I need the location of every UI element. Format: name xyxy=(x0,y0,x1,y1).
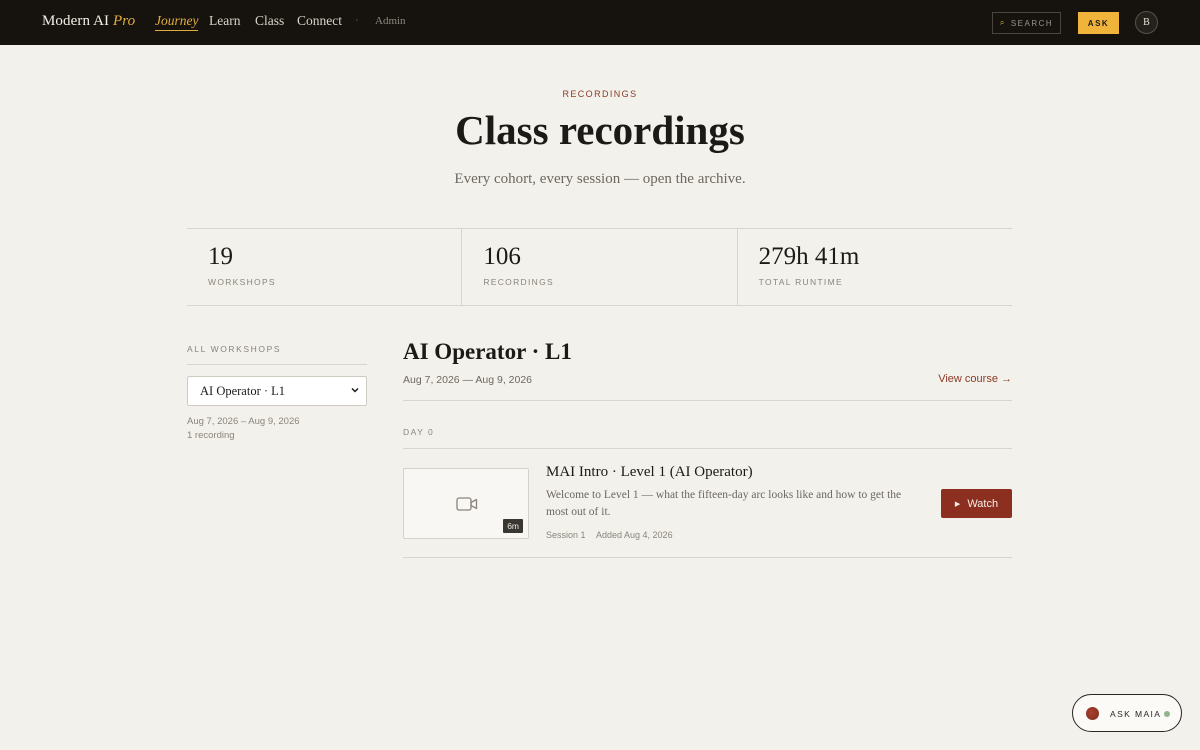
page-title: Class recordings xyxy=(455,107,745,153)
search-button[interactable]: ⌕ SEARCH xyxy=(992,12,1061,34)
nav-item-connect[interactable]: Connect xyxy=(297,13,342,29)
watch-label: Watch xyxy=(967,497,999,510)
workshop-select[interactable]: AI Operator · L1 xyxy=(187,376,367,406)
recording-session: Session 1 xyxy=(546,530,586,540)
brand-logo[interactable]: Modern AI Pro xyxy=(42,13,135,30)
chevron-down-icon xyxy=(351,387,359,393)
divider xyxy=(403,557,1012,558)
ask-maia-button[interactable]: ASK MAIA xyxy=(1072,694,1182,732)
search-icon: ⌕ xyxy=(999,18,1006,27)
video-camera-icon xyxy=(456,497,478,511)
workshop-dates: Aug 7, 2026 – Aug 9, 2026 xyxy=(187,416,300,427)
recording-added-date: Added Aug 4, 2026 xyxy=(596,530,673,540)
ask-label: ASK xyxy=(1087,18,1110,28)
avatar[interactable]: B xyxy=(1135,11,1158,34)
page-eyebrow: RECORDINGS xyxy=(562,89,638,99)
stat-value: 279h 41m xyxy=(758,243,860,270)
nav-item-learn[interactable]: Learn xyxy=(209,13,240,29)
brand-suffix: Pro xyxy=(113,13,136,29)
sidebar-heading: ALL WORKSHOPS xyxy=(187,344,282,354)
stat-recordings: 106 RECORDINGS xyxy=(461,229,736,305)
avatar-initial: B xyxy=(1143,17,1150,28)
workshop-recording-count: 1 recording xyxy=(187,430,235,441)
page-subtitle: Every cohort, every session — open the a… xyxy=(454,171,746,187)
search-label: SEARCH xyxy=(1010,18,1054,28)
play-icon: ▶ xyxy=(954,500,961,508)
stat-workshops: 19 WORKSHOPS xyxy=(187,229,461,305)
brand-name: Modern AI xyxy=(42,13,110,29)
workshop-select-value: AI Operator · L1 xyxy=(200,383,286,398)
nav-separator: · xyxy=(355,14,359,26)
stat-label: WORKSHOPS xyxy=(208,277,276,287)
ask-maia-label: ASK MAIA xyxy=(1110,709,1162,719)
course-title: AI Operator · L1 xyxy=(403,339,572,364)
nav-item-journey[interactable]: Journey xyxy=(155,13,199,31)
stat-label: RECORDINGS xyxy=(483,277,554,287)
divider xyxy=(403,400,1012,401)
ask-button[interactable]: ASK xyxy=(1078,12,1119,34)
view-course-link[interactable]: View course → xyxy=(938,373,1012,385)
stat-label: TOTAL RUNTIME xyxy=(758,277,843,287)
recording-thumbnail[interactable]: 6m xyxy=(403,468,529,539)
stats-row: 19 WORKSHOPS 106 RECORDINGS 279h 41m TOT… xyxy=(187,228,1012,306)
stat-value: 106 xyxy=(483,243,521,270)
course-dates: Aug 7, 2026 — Aug 9, 2026 xyxy=(403,374,533,386)
day-label: DAY 0 xyxy=(403,427,435,437)
maia-orb-icon xyxy=(1086,707,1099,720)
divider xyxy=(187,364,367,365)
recording-description: Welcome to Level 1 — what the fifteen-da… xyxy=(546,489,902,518)
top-nav: Modern AI Pro Journey Learn Class Connec… xyxy=(0,0,1200,45)
duration-badge: 6m xyxy=(503,519,523,533)
stat-value: 19 xyxy=(208,243,233,270)
stat-runtime: 279h 41m TOTAL RUNTIME xyxy=(736,229,1012,305)
watch-button[interactable]: ▶ Watch xyxy=(941,489,1012,518)
status-dot-icon xyxy=(1164,711,1170,717)
nav-item-class[interactable]: Class xyxy=(255,13,284,29)
recording-title[interactable]: MAI Intro · Level 1 (AI Operator) xyxy=(546,464,753,481)
nav-item-admin[interactable]: Admin xyxy=(375,15,406,27)
divider xyxy=(403,448,1012,449)
